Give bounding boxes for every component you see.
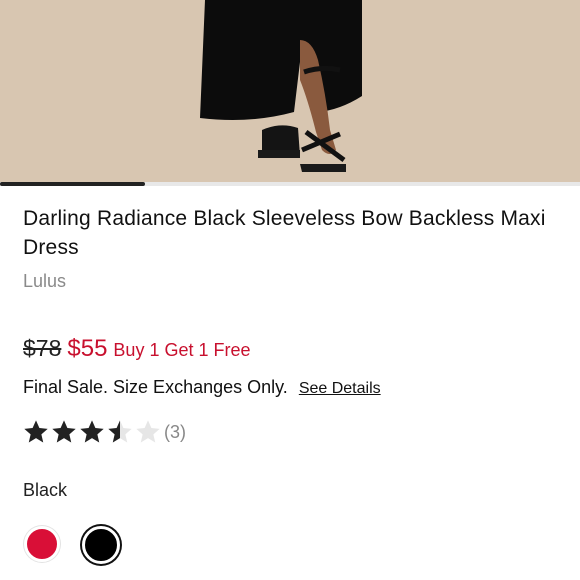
color-label: Black (23, 480, 68, 500)
price-row: $78 $55 Buy 1 Get 1 Free (23, 335, 251, 363)
rating-stars (22, 418, 162, 446)
product-brand[interactable]: Lulus (23, 271, 66, 292)
gallery-progress-fill (0, 182, 145, 186)
product-image[interactable] (0, 0, 580, 182)
star-icon (136, 420, 160, 443)
rating-row[interactable]: (3) (22, 418, 186, 446)
color-swatch-black[interactable] (82, 526, 120, 564)
original-price: $78 (23, 335, 62, 361)
product-title: Darling Radiance Black Sleeveless Bow Ba… (23, 207, 546, 259)
see-details-link[interactable]: See Details (299, 380, 381, 397)
rating-count[interactable]: (3) (164, 422, 186, 443)
star-icon (24, 420, 48, 443)
final-sale-text: Final Sale. Size Exchanges Only. (23, 377, 288, 397)
sale-price: $55 (67, 335, 108, 362)
gallery-progress-track (0, 182, 580, 186)
star-icon (108, 420, 132, 443)
color-swatch-red[interactable] (24, 526, 60, 562)
promo-text: Buy 1 Get 1 Free (113, 340, 251, 360)
star-icon (80, 420, 104, 443)
star-icon (52, 420, 76, 443)
product-photo (0, 0, 580, 182)
final-sale-row: Final Sale. Size Exchanges Only. See Det… (23, 377, 381, 398)
